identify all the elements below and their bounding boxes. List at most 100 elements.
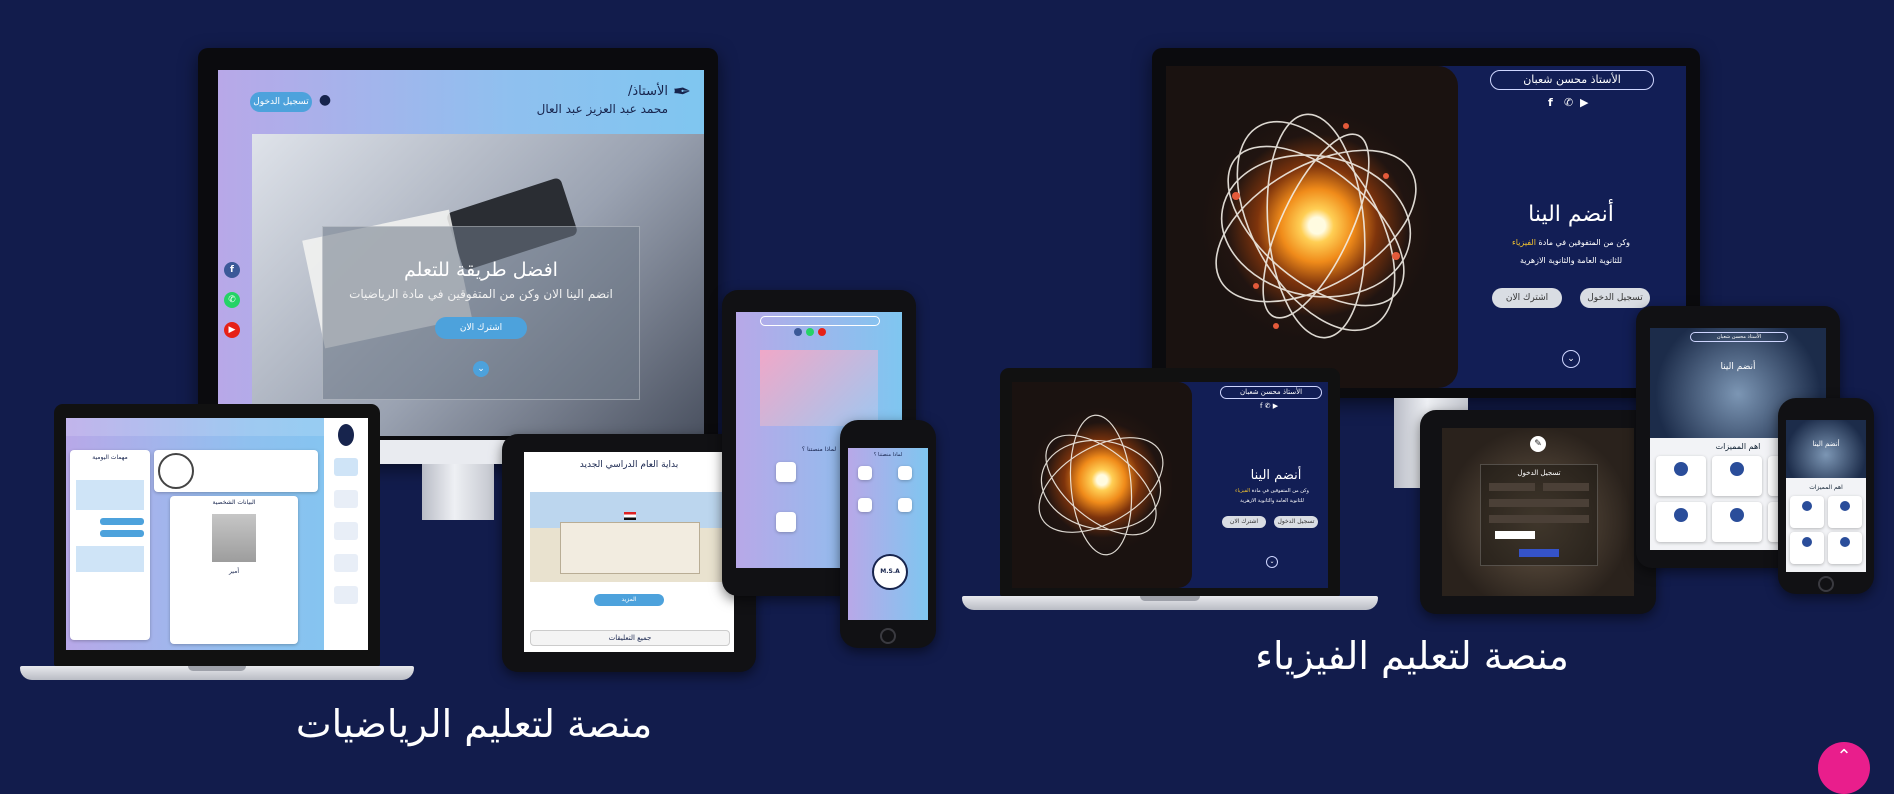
login-title: تسجيل الدخول	[1517, 469, 1561, 477]
teacher-name-box: الأستاذ محسن شعبان	[1690, 332, 1788, 342]
login-card: تسجيل الدخول	[1480, 464, 1598, 566]
youtube-icon[interactable]: ▶	[224, 322, 240, 338]
login-screen: ✎ تسجيل الدخول	[1442, 428, 1634, 596]
feature-card	[1828, 496, 1862, 528]
math-tablet-news: بداية العام الدراسي الجديد المزيد جميع ا…	[502, 434, 756, 672]
physics-laptop-screen: الأستاذ محسن شعبان f ✆ ▶ أنضم الينا وكن …	[1012, 382, 1328, 588]
user-icon[interactable]: ●	[316, 92, 334, 112]
news-title: بداية العام الدراسي الجديد	[579, 460, 679, 470]
atom-orbits-small	[1038, 414, 1164, 556]
atom-orbits	[1215, 113, 1417, 339]
personal-card: البيانات الشخصية أمير	[170, 496, 298, 644]
sidebar-item-lessons[interactable]	[334, 554, 358, 572]
login-submit-button[interactable]	[1495, 531, 1535, 539]
join-line-2: للثانوية العامة والثانوية الازهرية	[1240, 498, 1304, 504]
phone-field[interactable]	[1489, 515, 1589, 523]
join-title: أنضم الينا	[1250, 468, 1302, 483]
whatsapp-icon[interactable]: ✆	[224, 292, 240, 308]
physics-monitor-screen: الأستاذ محسن شعبان f ✆ ▶ أنضم الينا وكن …	[1166, 66, 1686, 388]
stage-field[interactable]	[1489, 483, 1535, 491]
physics-caption: منصة لتعليم الفيزياء	[1255, 634, 1569, 678]
physics-tablet-login: ✎ تسجيل الدخول	[1420, 410, 1656, 614]
news-image	[530, 492, 728, 582]
facebook-icon[interactable]: f	[1548, 96, 1553, 109]
monitor-bezel: الأستاذ محسن شعبان f ✆ ▶ أنضم الينا وكن …	[1152, 48, 1700, 398]
illustration	[760, 350, 878, 426]
whatsapp-icon[interactable]: ✆	[1564, 96, 1573, 109]
teacher-name-box: الأستاذ محسن شعبان	[1490, 70, 1654, 90]
whatsapp-icon[interactable]	[806, 328, 814, 336]
username-field[interactable]	[1543, 483, 1589, 491]
dashboard-screen: مهمات اليومية البيانات الشخصية أمير	[66, 418, 368, 650]
features-title: اهم المميزات	[1715, 442, 1761, 451]
subscribe-button[interactable]: اشترك الان	[1492, 288, 1562, 308]
hero-subtitle: انضم الينا الان وكن من المتفوقين في مادة…	[349, 287, 613, 301]
subscribe-button[interactable]: اشترك الان	[1222, 516, 1266, 528]
why-item	[898, 466, 912, 480]
sidebar-item-tasks[interactable]	[334, 490, 358, 508]
feature-card	[1712, 456, 1762, 496]
sidebar-item-logout[interactable]	[334, 586, 358, 604]
math-laptop: مهمات اليومية البيانات الشخصية أمير	[54, 404, 380, 666]
facebook-icon[interactable]: f	[224, 262, 240, 278]
feature-card	[1712, 502, 1762, 542]
msa-logo: M.S.A	[872, 554, 908, 590]
scroll-down-icon[interactable]: ⌄	[1562, 350, 1580, 368]
home-button	[1818, 576, 1834, 592]
math-monitor: الأستاذ/ محمد عبد العزيز عبد العال ✒ تسج…	[198, 48, 718, 462]
feature-card	[1656, 456, 1706, 496]
physics-monitor: الأستاذ محسن شعبان f ✆ ▶ أنضم الينا وكن …	[1152, 48, 1700, 398]
hero-title: افضل طريقة للتعلم	[404, 259, 558, 281]
facebook-icon[interactable]	[794, 328, 802, 336]
feature-card	[1790, 532, 1824, 564]
register-button[interactable]: تسجيل الدخول	[1274, 516, 1318, 528]
join-title: أنضم الينا	[1720, 362, 1756, 372]
feature-card	[1656, 502, 1706, 542]
math-monitor-screen: الأستاذ/ محمد عبد العزيز عبد العال ✒ تسج…	[218, 70, 704, 436]
dashboard-sidebar	[324, 418, 368, 650]
tasks-title: مهمات اليومية	[92, 454, 128, 461]
student-name: أمير	[228, 568, 239, 575]
password-field[interactable]	[1489, 499, 1589, 507]
login-button[interactable]: تسجيل الدخول	[250, 92, 312, 112]
chevron-down-icon[interactable]: ⌄	[473, 361, 489, 377]
youtube-icon[interactable]	[818, 328, 826, 336]
logo-icon	[338, 424, 354, 446]
math-monitor-stand	[422, 464, 494, 520]
sidebar-item-exams[interactable]	[334, 522, 358, 540]
atom-image	[1166, 66, 1458, 388]
chevron-up-icon: ⌃	[1836, 746, 1852, 767]
personal-title: البيانات الشخصية	[212, 499, 256, 506]
register-link[interactable]	[1519, 549, 1559, 557]
home-button	[880, 628, 896, 644]
feature-card	[1828, 532, 1862, 564]
phone-screen: لماذا منصتنا ؟ M.S.A	[848, 448, 928, 620]
why-title: لماذا منصتنا ؟	[873, 452, 903, 458]
clock-icon	[158, 453, 194, 489]
clock-card	[154, 450, 318, 492]
news-screen: بداية العام الدراسي الجديد المزيد جميع ا…	[524, 452, 734, 652]
why-item	[898, 498, 912, 512]
sidebar-item-home[interactable]	[334, 458, 358, 476]
hero-overlay: افضل طريقة للتعلم انضم الينا الان وكن من…	[322, 226, 640, 400]
scroll-top-button[interactable]: ⌃	[1818, 742, 1870, 794]
features-title: اهم المميزات	[1809, 484, 1843, 491]
why-item	[858, 498, 872, 512]
teacher-title: الأستاذ/	[628, 84, 668, 99]
hero-image: افضل طريقة للتعلم انضم الينا الان وكن من…	[252, 134, 704, 436]
physics-phone: أنضم الينا اهم المميزات	[1778, 398, 1874, 594]
scroll-down-icon[interactable]: ⌄	[1266, 556, 1278, 568]
dashboard-header	[66, 418, 368, 436]
phone-screen: أنضم الينا اهم المميزات	[1786, 420, 1866, 572]
youtube-icon[interactable]: ▶	[1580, 96, 1588, 109]
subscribe-button[interactable]: اشترك الان	[435, 317, 527, 339]
comments-button[interactable]: جميع التعليقات	[530, 630, 730, 646]
join-title: أنضم الينا	[1528, 202, 1614, 227]
news-more-button[interactable]: المزيد	[594, 594, 664, 606]
register-button[interactable]: تسجيل الدخول	[1580, 288, 1650, 308]
avatar	[212, 514, 256, 562]
social-icons: f ✆ ▶	[1260, 402, 1279, 410]
why-item	[776, 462, 796, 482]
physics-laptop: الأستاذ محسن شعبان f ✆ ▶ أنضم الينا وكن …	[1000, 368, 1340, 596]
join-line-2: للثانوية العامة والثانوية الازهرية	[1519, 256, 1623, 265]
